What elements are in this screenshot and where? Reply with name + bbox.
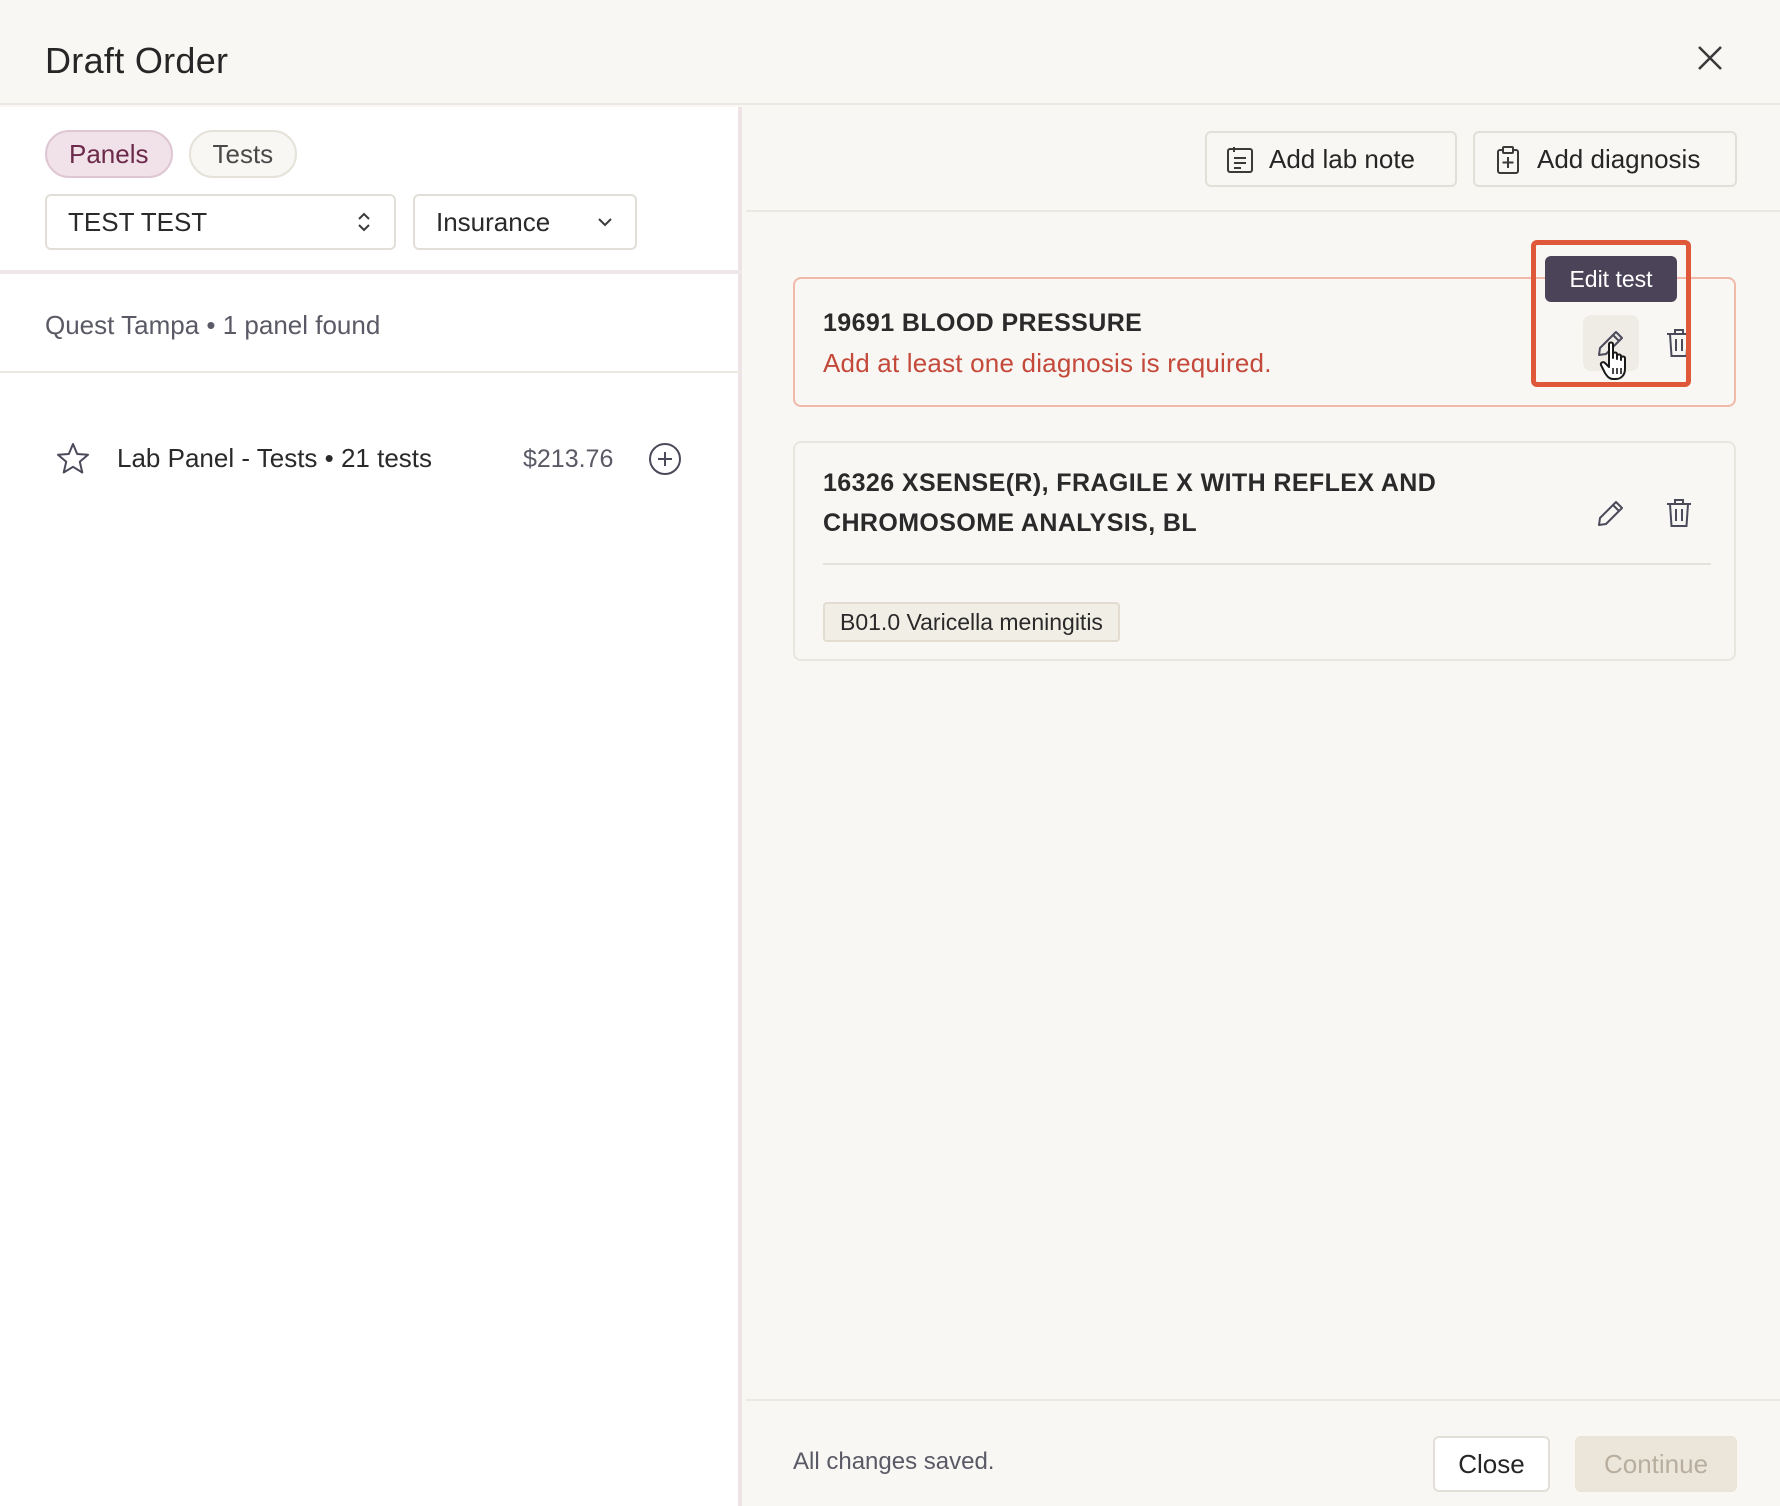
billing-select[interactable]: Insurance (413, 194, 637, 250)
panel-browser: Panels Tests TEST TEST Insurance Quest T… (0, 107, 742, 1506)
save-status: All changes saved. (793, 1448, 995, 1475)
edit-test-tooltip: Edit test (1545, 256, 1677, 302)
trash-icon (1667, 329, 1691, 357)
patient-select-value: TEST TEST (68, 207, 208, 237)
modal-footer: All changes saved. Close Continue (746, 1399, 1780, 1506)
error-message: Add at least one diagnosis is required. (823, 348, 1272, 378)
close-icon[interactable] (1690, 38, 1730, 78)
chevron-down-icon (598, 218, 612, 227)
pencil-icon (1598, 501, 1623, 526)
test-title: 19691 BLOOD PRESSURE (823, 309, 1143, 337)
billing-select-value: Insurance (436, 207, 551, 237)
edit-test-button[interactable] (1583, 315, 1639, 371)
test-title-line-1: 16326 XSENSE(R), FRAGILE X WITH REFLEX A… (823, 469, 1437, 497)
pencil-icon (1598, 331, 1623, 356)
edit-test-button[interactable] (1583, 485, 1639, 541)
divider (823, 563, 1711, 565)
delete-test-button[interactable] (1651, 315, 1707, 371)
add-circle-icon[interactable] (648, 442, 682, 476)
note-icon (1227, 147, 1253, 173)
panel-label: Lab Panel - Tests • 21 tests (117, 443, 433, 473)
test-title-line-2: CHROMOSOME ANALYSIS, BL (823, 509, 1198, 537)
patient-select[interactable]: TEST TEST (45, 194, 396, 250)
modal-header: Draft Order (0, 0, 1780, 105)
divider (0, 270, 742, 274)
tab-panels[interactable]: Panels (45, 130, 173, 178)
diagnosis-tag[interactable]: B01.0 Varicella meningitis (823, 602, 1120, 642)
add-lab-note-label: Add lab note (1269, 144, 1416, 174)
divider (0, 371, 742, 373)
add-lab-note-button[interactable]: Add lab note (1205, 131, 1457, 187)
trash-icon (1667, 499, 1691, 527)
close-button[interactable]: Close (1433, 1436, 1550, 1492)
add-diagnosis-button[interactable]: Add diagnosis (1473, 131, 1737, 187)
list-item[interactable]: Lab Panel - Tests • 21 tests $213.76 (0, 427, 742, 487)
updown-chevron-icon (358, 212, 370, 232)
continue-button[interactable]: Continue (1575, 1436, 1737, 1492)
lab-summary: Quest Tampa • 1 panel found (45, 310, 381, 340)
order-toolbar: Add lab note Add diagnosis (746, 107, 1780, 212)
panel-test-toggle: Panels Tests (45, 130, 298, 178)
star-icon[interactable] (55, 441, 91, 477)
tab-tests[interactable]: Tests (188, 130, 298, 178)
panel-price: $213.76 (523, 445, 614, 473)
clipboard-plus-icon (1497, 146, 1519, 174)
page-title: Draft Order (45, 40, 229, 81)
delete-test-button[interactable] (1651, 485, 1707, 541)
test-card: 16326 XSENSE(R), FRAGILE X WITH REFLEX A… (793, 441, 1736, 661)
add-diagnosis-label: Add diagnosis (1537, 144, 1701, 174)
